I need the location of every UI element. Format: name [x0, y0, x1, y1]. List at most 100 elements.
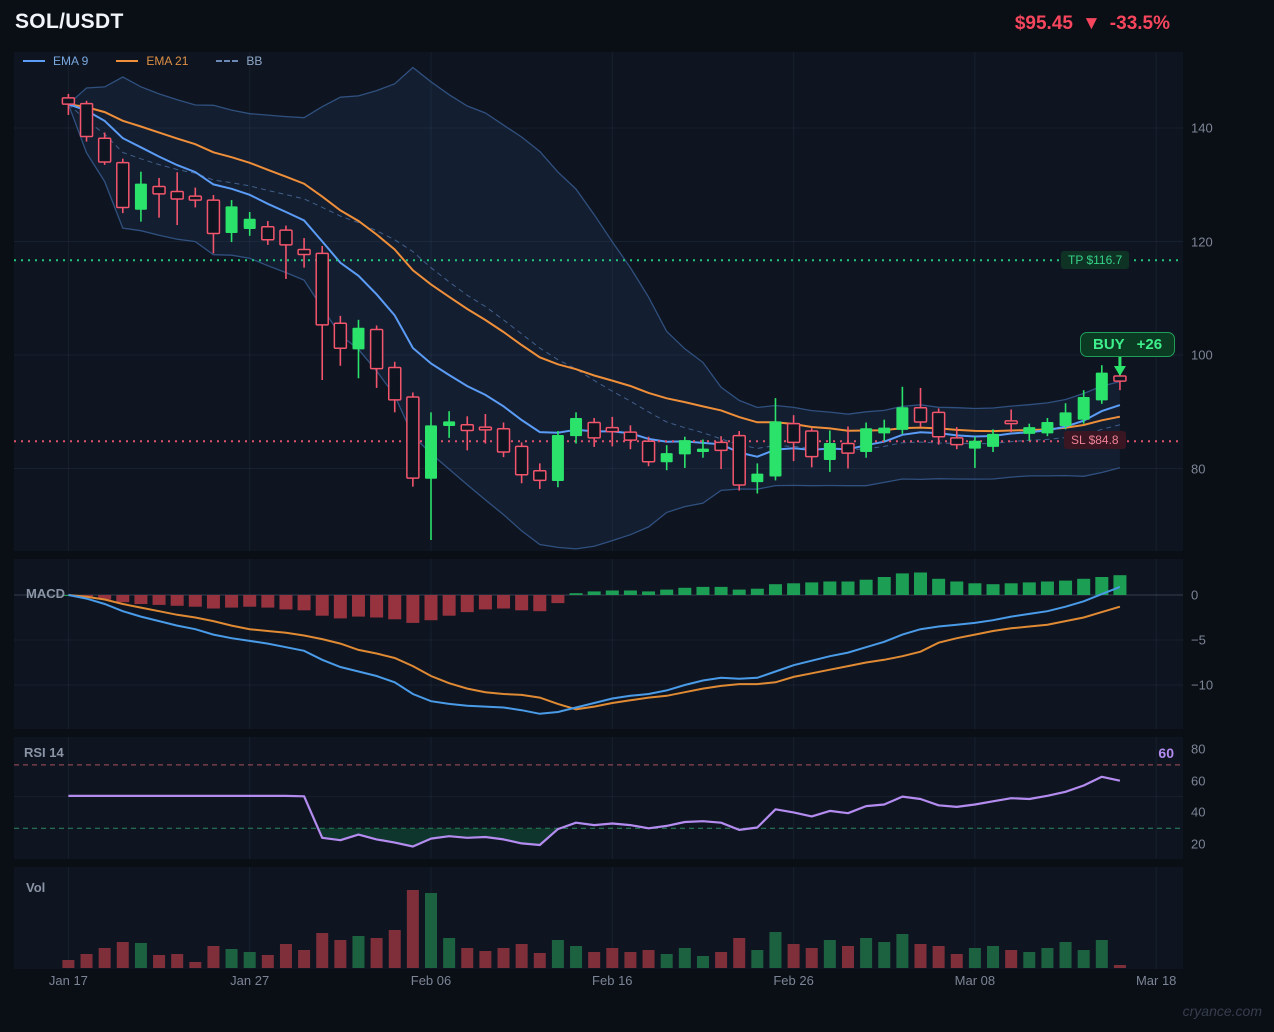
- candle-body: [842, 444, 854, 454]
- volume-bar: [733, 938, 745, 968]
- macd-axis-label: −10: [1191, 678, 1213, 693]
- rsi-axis-label: 80: [1191, 742, 1205, 757]
- volume-bar: [896, 934, 908, 968]
- macd-histogram-bar: [171, 595, 184, 606]
- legend-item-ema9[interactable]: EMA 9: [23, 54, 88, 68]
- macd-histogram-bar: [207, 595, 220, 609]
- candle-body: [806, 431, 818, 457]
- macd-histogram-bar: [1041, 582, 1054, 596]
- rsi-current-value: 60: [1134, 745, 1174, 761]
- volume-bar: [715, 952, 727, 968]
- x-axis-label: Mar 18: [1136, 973, 1176, 988]
- candle-body: [99, 138, 111, 162]
- macd-histogram-bar: [805, 582, 818, 595]
- buy-signal-badge: BUY +26: [1080, 332, 1175, 357]
- macd-histogram-bar: [914, 573, 927, 596]
- macd-histogram-bar: [696, 587, 709, 595]
- volume-bar: [117, 942, 129, 968]
- volume-bar: [624, 952, 636, 968]
- volume-bar: [588, 952, 600, 968]
- candle-body: [389, 367, 401, 399]
- volume-bar: [552, 940, 564, 968]
- macd-histogram-bar: [189, 595, 202, 607]
- macd-histogram-bar: [787, 583, 800, 595]
- macd-histogram-bar: [823, 582, 836, 596]
- price-axis-label: 80: [1191, 461, 1205, 476]
- macd-histogram-bar: [515, 595, 528, 610]
- candle-body: [425, 425, 437, 478]
- macd-histogram-bar: [153, 595, 166, 605]
- volume-bar: [1096, 940, 1108, 968]
- candle-body: [661, 453, 673, 462]
- volume-bar: [62, 960, 74, 968]
- macd-histogram-bar: [1023, 582, 1036, 595]
- volume-bar: [951, 954, 963, 968]
- candle-body: [933, 412, 945, 436]
- macd-histogram-bar: [860, 580, 873, 595]
- x-axis-label: Jan 17: [49, 973, 88, 988]
- volume-bar: [1114, 965, 1126, 968]
- candle-body: [588, 423, 600, 438]
- volume-bar: [933, 946, 945, 968]
- candle-body: [715, 442, 727, 450]
- volume-bar: [769, 932, 781, 968]
- trading-app: SOL/USDT $95.45 ▼ -33.5% EMA 9EMA 21BB M…: [0, 0, 1274, 1032]
- candle-body: [1114, 376, 1126, 381]
- volume-bar: [516, 944, 528, 968]
- candle-body: [189, 196, 201, 200]
- candle-body: [606, 428, 618, 432]
- macd-axis-label: −5: [1191, 633, 1206, 648]
- volume-bar: [661, 954, 673, 968]
- volume-bar: [987, 946, 999, 968]
- candle-body: [824, 443, 836, 460]
- volume-bar: [244, 952, 256, 968]
- candle-body: [226, 206, 238, 233]
- volume-bar: [697, 956, 709, 968]
- macd-histogram-bar: [896, 573, 909, 595]
- candle-body: [733, 436, 745, 485]
- candle-body: [244, 219, 256, 229]
- volume-bar: [280, 944, 292, 968]
- rsi-axis-label: 60: [1191, 773, 1205, 788]
- macd-histogram-bar: [987, 584, 1000, 595]
- volume-bar: [842, 946, 854, 968]
- price-axis-label: 140: [1191, 121, 1213, 136]
- price-axis-label: 100: [1191, 348, 1213, 363]
- rsi-axis-label: 20: [1191, 837, 1205, 852]
- macd-histogram-bar: [443, 595, 456, 616]
- volume-bar: [643, 950, 655, 968]
- x-axis-label: Feb 16: [592, 973, 632, 988]
- candle-body: [62, 98, 74, 104]
- volume-bar: [878, 942, 890, 968]
- legend-item-ema21[interactable]: EMA 21: [116, 54, 188, 68]
- candle-body: [135, 184, 147, 210]
- candle-body: [751, 474, 763, 483]
- legend-item-bb[interactable]: BB: [216, 54, 262, 68]
- macd-histogram-bar: [316, 595, 329, 616]
- macd-histogram-bar: [751, 589, 764, 595]
- candle-body: [207, 200, 219, 233]
- macd-histogram-bar: [606, 591, 619, 596]
- candle-body: [969, 441, 981, 449]
- macd-histogram-bar: [769, 584, 782, 595]
- x-axis-label: Feb 06: [411, 973, 451, 988]
- macd-histogram-bar: [497, 595, 510, 609]
- volume-bar: [207, 946, 219, 968]
- legend-label: EMA 21: [146, 54, 188, 68]
- down-arrow-icon: ▼: [1082, 13, 1101, 35]
- volume-bar: [316, 933, 328, 968]
- macd-histogram-bar: [298, 595, 311, 610]
- volume-bar: [570, 946, 582, 968]
- macd-histogram-bar: [588, 591, 601, 595]
- volume-bar: [99, 948, 111, 968]
- candle-body: [479, 427, 491, 430]
- volume-bar: [425, 893, 437, 968]
- volume-bar: [135, 943, 147, 968]
- x-axis-label: Mar 08: [955, 973, 995, 988]
- macd-histogram-bar: [570, 593, 583, 595]
- macd-histogram-bar: [334, 595, 347, 618]
- candle-body: [788, 424, 800, 443]
- price-change: -33.5%: [1110, 13, 1170, 35]
- chart-canvas[interactable]: [0, 0, 1274, 1032]
- candle-body: [461, 425, 473, 431]
